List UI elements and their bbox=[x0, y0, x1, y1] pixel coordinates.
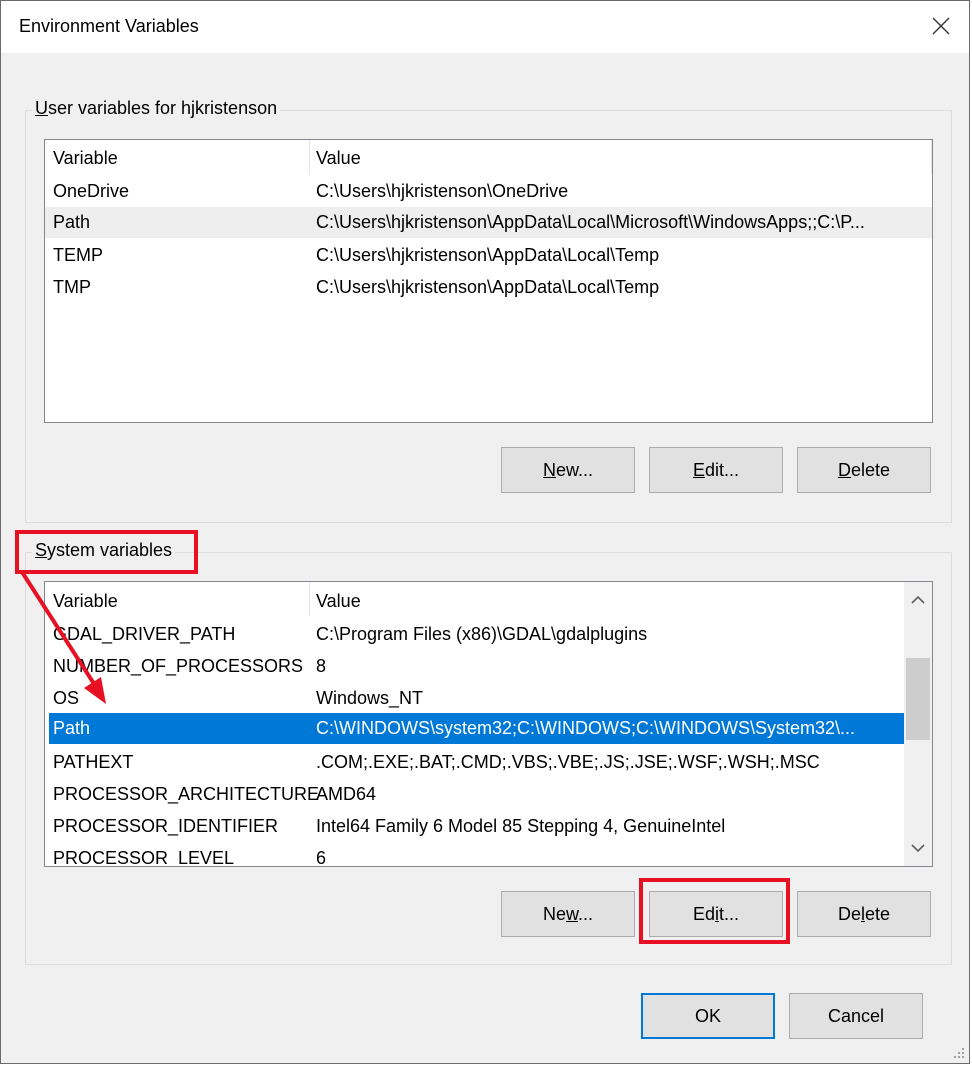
annotation-arrow-icon bbox=[20, 570, 106, 704]
